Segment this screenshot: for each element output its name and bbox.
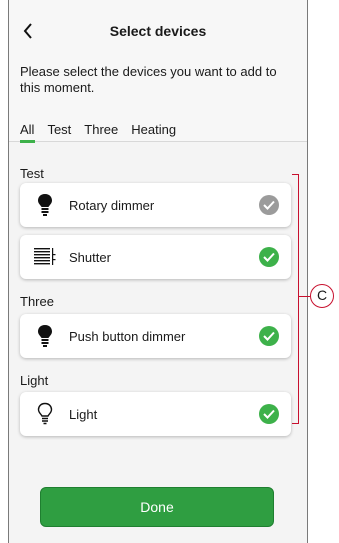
device-label: Light: [69, 407, 98, 422]
device-label: Rotary dimmer: [69, 198, 155, 213]
device-card-light[interactable]: Light: [20, 392, 291, 436]
annotation-bracket: [292, 174, 299, 424]
section-title-three: Three: [20, 294, 54, 309]
selected-check-icon[interactable]: [259, 247, 279, 267]
tab-all[interactable]: All: [20, 122, 36, 143]
device-label: Push button dimmer: [69, 329, 186, 344]
device-card-shutter[interactable]: Shutter: [20, 235, 291, 279]
selected-check-icon[interactable]: [259, 404, 279, 424]
annotation-line: [298, 296, 310, 297]
tab-three[interactable]: Three: [84, 122, 118, 140]
done-button[interactable]: Done: [40, 487, 274, 527]
selected-check-icon[interactable]: [259, 326, 279, 346]
bulb-outline-icon: [37, 402, 53, 425]
annotation-callout-c: C: [310, 284, 334, 308]
section-title-light: Light: [20, 373, 49, 388]
tab-heating[interactable]: Heating: [131, 122, 176, 140]
bulb-filled-icon: [38, 194, 52, 216]
section-title-test: Test: [20, 166, 44, 181]
header-area: Select devices Please select the devices…: [9, 0, 307, 143]
tab-test[interactable]: Test: [47, 122, 71, 140]
device-card-push-button-dimmer[interactable]: Push button dimmer: [20, 314, 291, 358]
phone-screen: Select devices Please select the devices…: [8, 0, 308, 543]
instruction-text: Please select the devices you want to ad…: [20, 64, 277, 95]
device-label: Shutter: [69, 250, 111, 265]
shutter-icon: [34, 248, 56, 265]
page-title: Select devices: [109, 23, 207, 39]
device-card-rotary-dimmer[interactable]: Rotary dimmer: [20, 183, 291, 227]
unselected-check-icon[interactable]: [259, 195, 279, 215]
tab-bar: All Test Three Heating: [20, 122, 189, 143]
bulb-filled-icon: [38, 325, 52, 347]
